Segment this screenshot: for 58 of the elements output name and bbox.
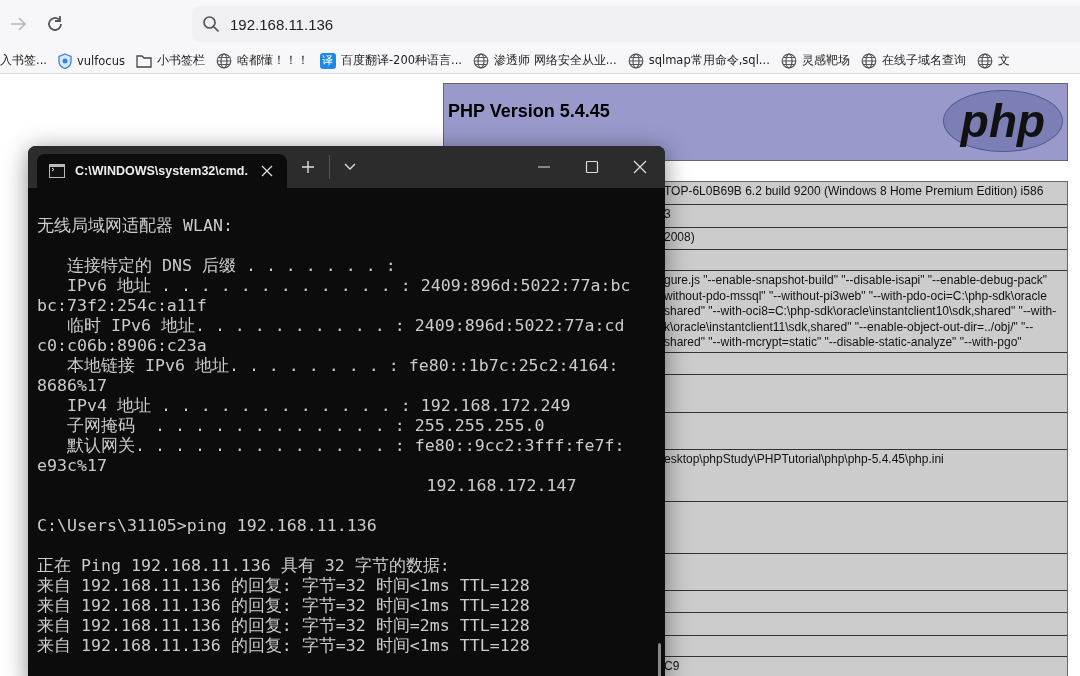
- maximize-icon[interactable]: [585, 160, 599, 174]
- table-cell: TOP-6L0B69B 6.2 build 9200 (Windows 8 Home Premium Edition) i586: [662, 182, 1067, 204]
- console-line: 来自 192.168.11.136 的回复: 字节=32 时间=2ms TTL=128: [37, 616, 530, 636]
- address-bar[interactable]: 192.168.11.136: [192, 6, 1080, 42]
- console-line: 连接特定的 DNS 后缀 . . . . . . . :: [65, 256, 396, 276]
- console-line: 本地链接 IPv6 地址. . . . . . . . : fe80::1b7c:25c2:4164:: [65, 356, 619, 376]
- console-line: e93c%17: [37, 456, 107, 476]
- console-line: C:\Users\31105>ping 192.168.11.136: [37, 516, 377, 536]
- globe-icon: [473, 52, 490, 69]
- bookmark-item[interactable]: 在线子域名查询: [860, 52, 966, 69]
- console-line: c0:c06b:8906:c23a: [37, 336, 207, 356]
- close-icon[interactable]: [261, 165, 273, 177]
- console-line: 无线局域网适配器 WLAN:: [37, 216, 233, 236]
- page-title: PHP Version 5.4.45: [448, 101, 610, 123]
- globe-icon: [860, 52, 877, 69]
- console-line: 8686%17: [37, 376, 107, 396]
- table-cell: C9: [662, 657, 1067, 676]
- bookmark-item[interactable]: 小书签栏: [135, 53, 205, 68]
- table-cell: 3: [662, 205, 1067, 227]
- table-cell: 2008): [662, 228, 1067, 249]
- close-icon[interactable]: [633, 160, 647, 174]
- console-line: 子网掩码 . . . . . . . . . . . . : 255.255.255.0: [65, 416, 545, 436]
- plus-icon[interactable]: [301, 160, 315, 174]
- bookmark-item[interactable]: 啥都懂！！！: [215, 52, 309, 69]
- php-logo: php: [943, 90, 1063, 152]
- folder-icon: [135, 53, 152, 68]
- table-cell: esktop\phpStudy\PHPTutorial\php\php-5.4.45\php.ini: [662, 450, 1067, 501]
- globe-icon: [215, 52, 232, 69]
- table-cell: gure.js "--enable-snapshot-build" "--disable-isapi" "--enable-debug-pack" without-pdo-mssql" "--without-pi3web" "--with-pdo-oci=C:\php-sdk\oracle shared" "--with-oci8=C:\php-sdk\oracle\instantclient10\sdk,shared" "--with- k\oracle\instantclient11\sdk,shared" "--enable-object-out-dir=../obj/" "-- shared" "--with-mcrypt=static" "--disable-static-analyze" "--with-pgo": [662, 271, 1067, 352]
- bookmark-item[interactable]: 灵感靶场: [780, 52, 850, 69]
- globe-icon: [976, 52, 993, 69]
- console-line: 默认网关. . . . . . . . . . . . . : fe80::9cc2:3fff:fe7f:: [65, 436, 625, 456]
- chevron-down-icon[interactable]: [344, 163, 356, 171]
- console-icon: [49, 164, 65, 178]
- url-text: 192.168.11.136: [230, 15, 334, 33]
- translate-icon: 译: [319, 52, 336, 69]
- bookmark-item[interactable]: 文: [976, 52, 1010, 69]
- console-line: 来自 192.168.11.136 的回复: 字节=32 时间<1ms TTL=128: [37, 576, 530, 596]
- console-line: bc:73f2:254c:a11f: [37, 296, 207, 316]
- shield-icon: [57, 52, 72, 69]
- globe-icon: [780, 52, 797, 69]
- bookmark-item[interactable]: 入书签...: [0, 53, 47, 68]
- globe-icon: [627, 52, 644, 69]
- console-line: 192.168.172.147: [425, 476, 577, 496]
- bookmark-item[interactable]: 译 百度翻译-200种语言...: [319, 52, 463, 69]
- reload-icon[interactable]: [45, 14, 65, 34]
- console-line: 来自 192.168.11.136 的回复: 字节=32 时间<1ms TTL=128: [37, 636, 530, 656]
- search-icon: [202, 15, 220, 33]
- console-line: 来自 192.168.11.136 的回复: 字节=32 时间<1ms TTL=128: [37, 596, 530, 616]
- console-line: 正在 Ping 192.168.11.136 具有 32 字节的数据:: [37, 556, 450, 576]
- console-line: IPv6 地址 . . . . . . . . . . . . : 2409:896d:5022:77a:bc: [65, 276, 631, 296]
- console-line: IPv4 地址 . . . . . . . . . . . . : 192.168.172.249: [65, 396, 571, 416]
- bookmark-item[interactable]: sqlmap常用命令,sql...: [627, 52, 770, 69]
- console-line: 临时 IPv6 地址. . . . . . . . . . : 2409:896d:5022:77a:cd: [65, 316, 625, 336]
- tab-title: C:\WINDOWS\system32\cmd.: [75, 164, 249, 178]
- terminal-tab[interactable]: C:\WINDOWS\system32\cmd.: [37, 154, 287, 188]
- bookmark-item[interactable]: 渗透师 网络安全从业...: [473, 52, 617, 69]
- bookmark-item[interactable]: vulfocus: [57, 52, 125, 69]
